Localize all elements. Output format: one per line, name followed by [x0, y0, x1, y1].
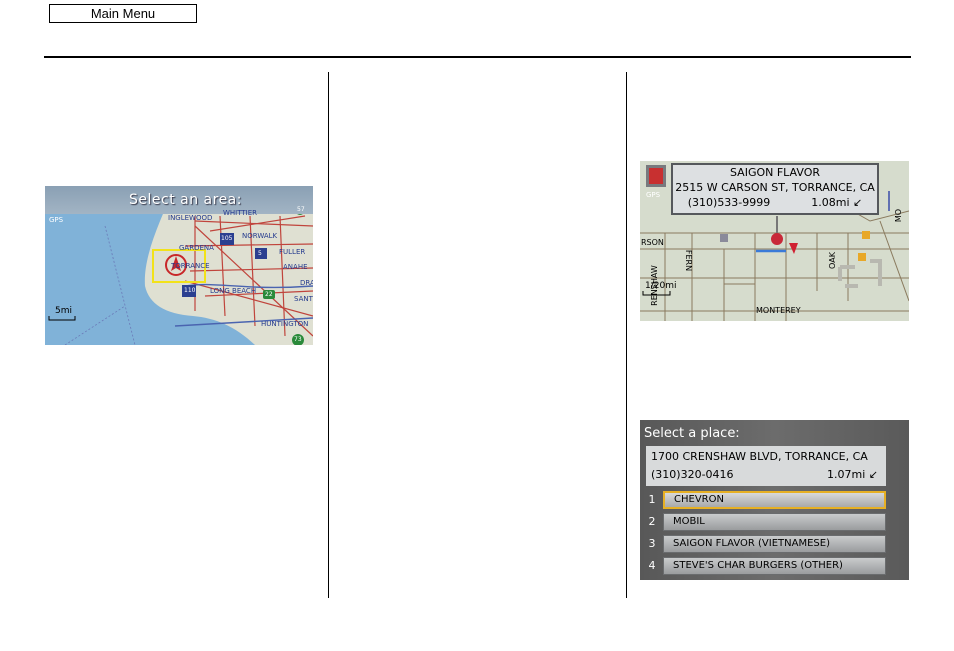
selected-place-phone: (310)320-0416 — [651, 468, 734, 481]
gps-indicator: GPS — [49, 216, 64, 224]
street-label: MONTEREY — [756, 306, 801, 315]
route-shield: 5 — [258, 250, 262, 257]
map-label: NORWALK — [242, 232, 278, 240]
item-label: CHEVRON — [663, 491, 886, 509]
item-label: STEVE'S CHAR BURGERS (OTHER) — [663, 557, 886, 575]
item-number: 3 — [648, 537, 656, 550]
main-menu-button[interactable]: Main Menu — [49, 4, 197, 23]
street-label: OAK — [827, 252, 837, 269]
direction-arrow-icon: ↙ — [853, 196, 863, 209]
place-distance: 1.08mi — [811, 196, 850, 209]
place-info-box: SAIGON FLAVOR 2515 W CARSON ST, TORRANCE… — [671, 163, 879, 215]
select-place-title: Select a place: — [644, 426, 740, 441]
selected-place-info: 1700 CRENSHAW BLVD, TORRANCE, CA (310)32… — [646, 446, 886, 486]
place-list-item-2[interactable]: 2 MOBIL — [646, 512, 886, 532]
column-divider-2 — [626, 72, 627, 598]
selected-place-distance: 1.07mi — [827, 468, 866, 481]
item-number: 2 — [648, 515, 656, 528]
map-label: FULLER — [279, 248, 306, 256]
direction-arrow-icon: ↙ — [868, 468, 878, 481]
route-shield: 22 — [265, 291, 273, 298]
place-phone-distance: (310)533-9999 1.08mi ↙ — [673, 195, 877, 210]
map-label: DRA — [300, 279, 313, 287]
street-label: FERN — [684, 249, 694, 272]
route-shield: 73 — [294, 336, 302, 343]
select-area-map-screen: Select an area: GPS INGLEWOOD WHITTIER N… — [45, 186, 313, 345]
map-label: WHITTIER — [223, 209, 258, 217]
map-scale: 5mi — [55, 306, 72, 316]
item-label: MOBIL — [663, 513, 886, 531]
header-divider — [44, 56, 911, 58]
route-shield: 57 — [297, 206, 305, 213]
place-list-item-3[interactable]: 3 SAIGON FLAVOR (VIETNAMESE) — [646, 534, 886, 554]
map-label: LONG BEACH — [210, 287, 257, 295]
select-area-title: Select an area: — [45, 186, 313, 214]
item-number: 4 — [648, 559, 656, 572]
map-label: SANT — [294, 295, 313, 303]
select-place-screen: Select a place: 1700 CRENSHAW BLVD, TORR… — [640, 420, 909, 580]
street-label: MO — [894, 208, 904, 223]
place-address: 2515 W CARSON ST, TORRANCE, CA — [675, 181, 875, 194]
map-scale: 1/20mi — [645, 281, 677, 291]
route-shield: 110 — [184, 287, 196, 294]
item-number: 1 — [648, 493, 656, 506]
street-label: RSON — [641, 238, 664, 247]
gps-indicator: GPS — [646, 191, 661, 199]
place-list-item-1[interactable]: 1 CHEVRON — [646, 490, 886, 510]
route-shield: 105 — [221, 235, 233, 242]
map-label: TORRANCE — [171, 262, 210, 270]
map-label: GARDENA — [179, 244, 214, 252]
map-label: HUNTINGTON — [261, 320, 309, 328]
place-name: SAIGON FLAVOR — [729, 166, 821, 179]
map-label: INGLEWOOD — [168, 214, 213, 222]
column-divider-1 — [328, 72, 329, 598]
place-phone: (310)533-9999 — [687, 196, 771, 209]
item-label: SAIGON FLAVOR (VIETNAMESE) — [663, 535, 886, 553]
place-list-item-4[interactable]: 4 STEVE'S CHAR BURGERS (OTHER) — [646, 556, 886, 576]
selected-place-distance-group: 1.07mi ↙ — [827, 468, 878, 481]
selected-place-address: 1700 CRENSHAW BLVD, TORRANCE, CA — [651, 450, 868, 463]
map-label: ANAHE — [283, 263, 308, 271]
place-detail-map-screen: SAIGON FLAVOR 2515 W CARSON ST, TORRANCE… — [640, 161, 909, 321]
